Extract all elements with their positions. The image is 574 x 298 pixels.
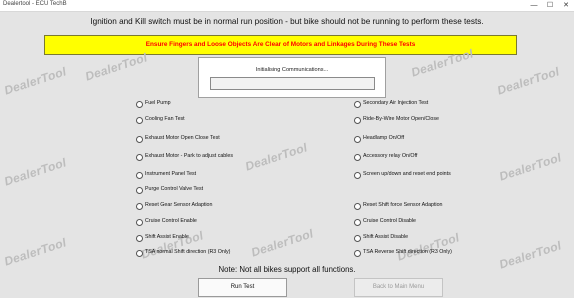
- test-option-label: TSA Reverse Shift direction (R3 Only): [363, 249, 452, 255]
- test-option-label: Screen up/down and reset end points: [363, 171, 451, 177]
- radio-button[interactable]: [136, 187, 143, 194]
- test-option-label: Accessory relay On/Off: [363, 153, 418, 159]
- radio-button[interactable]: [354, 219, 361, 226]
- safety-warning-banner: Ensure Fingers and Loose Objects Are Cle…: [44, 35, 517, 55]
- radio-button[interactable]: [136, 172, 143, 179]
- radio-button[interactable]: [354, 101, 361, 108]
- safety-warning-text: Ensure Fingers and Loose Objects Are Cle…: [145, 41, 416, 48]
- radio-button[interactable]: [136, 101, 143, 108]
- test-option-label: Instrument Panel Test: [145, 171, 197, 177]
- radio-button[interactable]: [354, 172, 361, 179]
- maximize-icon[interactable]: ☐: [542, 0, 558, 11]
- radio-button[interactable]: [354, 136, 361, 143]
- test-option-label: Fuel Pump: [145, 100, 171, 106]
- watermark-logo: DealerTool: [2, 235, 69, 269]
- test-option-label: Exhaust Motor Open Close Test: [145, 135, 220, 141]
- test-option-label: Purge Control Valve Test: [145, 186, 204, 192]
- radio-button[interactable]: [136, 235, 143, 242]
- watermark-logo: DealerTool: [243, 140, 310, 174]
- radio-button[interactable]: [354, 117, 361, 124]
- back-to-main-menu-button[interactable]: Back to Main Menu: [354, 278, 443, 297]
- test-option-label: Shift Assist Enable: [145, 234, 189, 240]
- watermark-logo: DealerTool: [2, 64, 69, 98]
- watermark-logo: DealerTool: [497, 150, 564, 184]
- communication-progress-bar: [210, 77, 375, 90]
- test-option-label: Shift Assist Disable: [363, 234, 409, 240]
- radio-button[interactable]: [136, 154, 143, 161]
- test-option-label: Secondary Air Injection Test: [363, 100, 429, 106]
- test-option-label: Cruise Control Enable: [145, 218, 197, 224]
- communication-status-panel: Initialising Communications...: [198, 57, 386, 98]
- close-icon[interactable]: ✕: [558, 0, 574, 11]
- test-option-label: Exhaust Motor - Park to adjust cables: [145, 153, 234, 159]
- instructions-headline: Ignition and Kill switch must be in norm…: [90, 17, 484, 26]
- radio-button[interactable]: [136, 203, 143, 210]
- watermark-logo: DealerTool: [249, 226, 316, 260]
- test-option-label: TSA normal Shift direction (R3 Only): [145, 249, 231, 255]
- radio-button[interactable]: [354, 250, 361, 257]
- radio-button[interactable]: [136, 136, 143, 143]
- radio-button[interactable]: [354, 154, 361, 161]
- test-option-label: Cooling Fan Test: [145, 116, 185, 122]
- watermark-logo: DealerTool: [495, 64, 562, 98]
- test-option-label: Ride-By-Wire Motor Open/Close: [363, 116, 439, 122]
- radio-button[interactable]: [136, 250, 143, 257]
- radio-button[interactable]: [354, 235, 361, 242]
- support-note: Note: Not all bikes support all function…: [218, 265, 356, 274]
- test-option-label: Reset Shift force Sensor Adaption: [363, 202, 443, 208]
- radio-button[interactable]: [136, 219, 143, 226]
- watermark-logo: DealerTool: [2, 155, 69, 189]
- minimize-icon[interactable]: —: [526, 0, 542, 11]
- radio-button[interactable]: [354, 203, 361, 210]
- test-option-label: Cruise Control Disable: [363, 218, 416, 224]
- status-message: Initialising Communications...: [255, 67, 329, 73]
- test-option-label: Headlamp On/Off: [363, 135, 405, 141]
- watermark-logo: DealerTool: [83, 50, 150, 84]
- title-bar: Dealertool - ECU TechB — ☐ ✕: [0, 0, 574, 12]
- test-option-label: Reset Gear Sensor Adaption: [145, 202, 213, 208]
- window-title: Dealertool - ECU TechB: [3, 1, 67, 7]
- radio-button[interactable]: [136, 117, 143, 124]
- run-test-button[interactable]: Run Test: [198, 278, 287, 297]
